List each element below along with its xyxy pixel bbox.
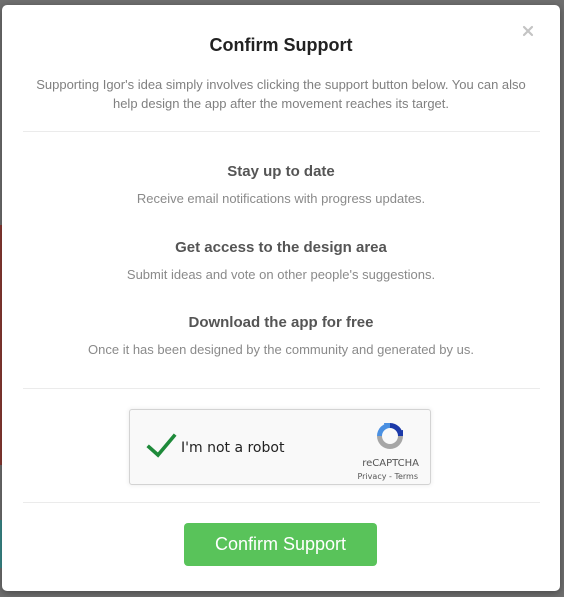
- feature-description: Receive email notifications with progres…: [136, 191, 426, 206]
- divider: [23, 388, 540, 389]
- checkmark-icon: [146, 433, 177, 458]
- recaptcha-widget: I'm not a robot reCAPTCHA Privacy - Term…: [129, 409, 431, 485]
- feature-description: Submit ideas and vote on other people's …: [126, 267, 436, 282]
- confirm-support-button[interactable]: Confirm Support: [184, 523, 377, 566]
- divider: [23, 502, 540, 503]
- feature-design-area: Get access to the design area Submit ide…: [22, 238, 540, 284]
- feature-heading: Get access to the design area: [175, 239, 387, 256]
- recaptcha-label: I'm not a robot: [181, 440, 285, 456]
- modal-intro-text: Supporting Igor's idea simply involves c…: [36, 77, 526, 111]
- feature-heading: Stay up to date: [227, 163, 335, 180]
- feature-stay-up-to-date: Stay up to date Receive email notificati…: [22, 162, 540, 208]
- privacy-link[interactable]: Privacy: [357, 472, 386, 481]
- recaptcha-checkbox[interactable]: [146, 432, 178, 460]
- recaptcha-brand: reCAPTCHA: [362, 458, 419, 469]
- modal-title: Confirm Support: [209, 35, 353, 55]
- terms-link[interactable]: Terms: [394, 472, 418, 481]
- feature-description: Once it has been designed by the communi…: [88, 342, 474, 357]
- recaptcha-legal-links: Privacy - Terms: [357, 472, 418, 481]
- feature-heading: Download the app for free: [188, 314, 374, 331]
- feature-download-app: Download the app for free Once it has be…: [22, 313, 540, 359]
- confirm-support-modal: Confirm Support Supporting Igor's idea s…: [2, 5, 560, 591]
- divider: [23, 131, 540, 132]
- recaptcha-logo-icon: [374, 420, 406, 452]
